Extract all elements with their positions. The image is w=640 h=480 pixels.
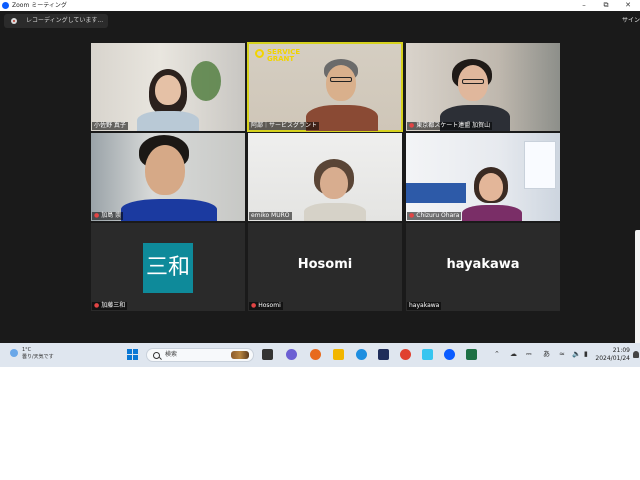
start-windows-icon[interactable]	[127, 349, 139, 361]
video-tile-6[interactable]: ● Chizuru Ohara	[406, 133, 560, 221]
cloud-icon[interactable]: ☁	[510, 350, 517, 359]
participant-name: ● 東京都スケート連盟 加賀山	[407, 122, 493, 130]
edge-icon[interactable]	[356, 349, 367, 360]
l-app-icon[interactable]	[378, 349, 389, 360]
mic-muted-icon: ●	[94, 212, 100, 219]
wifi-icon[interactable]: ≈	[559, 350, 565, 359]
participant-name: hayakawa	[407, 302, 442, 310]
minimize-button[interactable]: –	[574, 0, 594, 11]
battery-icon[interactable]: ▮	[584, 350, 588, 359]
tray-overflow-icon[interactable]: ⌃	[494, 350, 500, 359]
clock-date: 2024/01/24	[595, 355, 630, 362]
notification-icon[interactable]	[633, 351, 639, 358]
participant-name: ● Hosomi	[249, 302, 283, 310]
video-tile-7[interactable]: 三和 ● 加藤三和	[91, 223, 245, 311]
weather-icon	[10, 349, 18, 357]
video-tile-5[interactable]: emiko MURO	[248, 133, 402, 221]
search-highlight-image	[231, 351, 249, 359]
video-tile-9[interactable]: hayakawa hayakawa	[406, 223, 560, 311]
video-tile-8[interactable]: Hosomi ● Hosomi	[248, 223, 402, 311]
record-icon	[11, 18, 17, 24]
participant-name: ● Chizuru Ohara	[407, 212, 462, 220]
mic-muted-icon: ●	[94, 302, 100, 309]
clock-time: 21:09	[612, 347, 630, 354]
mic-muted-icon: ●	[409, 122, 415, 129]
chat-icon[interactable]	[286, 349, 297, 360]
participant-display-name: Hosomi	[297, 257, 353, 272]
video-tile-3[interactable]: ● 東京都スケート連盟 加賀山	[406, 43, 560, 131]
search-icon	[153, 352, 160, 359]
participant-name: ● 加藤三和	[92, 302, 128, 310]
zoom-window: Zoom ミーティング – ⧉ ✕ レコーディングしています... サイン 小佐…	[0, 0, 640, 352]
zoom-app-icon	[2, 2, 9, 9]
participant-name: 阿部｜サービスグラント	[249, 122, 320, 130]
task-view-icon[interactable]	[262, 349, 273, 360]
ime-indicator[interactable]: あ	[543, 350, 550, 359]
excel-icon[interactable]	[466, 349, 477, 360]
video-tile-1[interactable]: 小佐野 真子	[91, 43, 245, 131]
slack-icon[interactable]	[422, 349, 433, 360]
recording-text: レコーディングしています...	[26, 17, 104, 24]
participant-name: emiko MURO	[249, 212, 292, 220]
taskbar-clock[interactable]: 21:09 2024/01/24	[595, 347, 630, 363]
window-title: Zoom ミーティング	[12, 2, 67, 9]
speaker-icon[interactable]: 🔈	[572, 350, 581, 359]
taskbar: 1°C 曇り/天気です 検索 ⌃ ☁ ⎓ あ ≈ 🔈 ▮ 21:09 2024/…	[0, 343, 640, 367]
zoom-taskbar-icon[interactable]	[444, 349, 455, 360]
mic-muted-icon: ●	[251, 302, 257, 309]
recording-indicator[interactable]: レコーディングしています...	[4, 14, 108, 28]
file-explorer-icon[interactable]	[333, 349, 344, 360]
taskbar-search[interactable]: 検索	[146, 348, 254, 362]
maximize-button[interactable]: ⧉	[596, 0, 616, 11]
weather-text: 曇り/天気です	[22, 354, 54, 360]
participant-display-name: hayakawa	[446, 257, 520, 272]
mic-muted-icon: ●	[409, 212, 415, 219]
close-button[interactable]: ✕	[618, 0, 638, 11]
chrome-icon[interactable]	[400, 349, 411, 360]
participant-avatar: 三和	[143, 243, 193, 293]
weather-temp: 1°C	[22, 347, 32, 353]
search-placeholder: 検索	[165, 351, 178, 358]
usb-icon[interactable]: ⎓	[526, 350, 532, 359]
firefox-icon[interactable]	[310, 349, 321, 360]
participant-name: ● 加島 崇	[92, 212, 124, 220]
participant-name: 小佐野 真子	[92, 122, 128, 130]
video-tile-4[interactable]: ● 加島 崇	[91, 133, 245, 221]
title-bar: Zoom ミーティング – ⧉ ✕	[0, 0, 640, 11]
video-tile-2[interactable]: SERVICE GRANT 阿部｜サービスグラント	[247, 42, 403, 132]
signin-link[interactable]: サイン	[622, 15, 640, 24]
side-panel-handle[interactable]	[635, 230, 640, 352]
